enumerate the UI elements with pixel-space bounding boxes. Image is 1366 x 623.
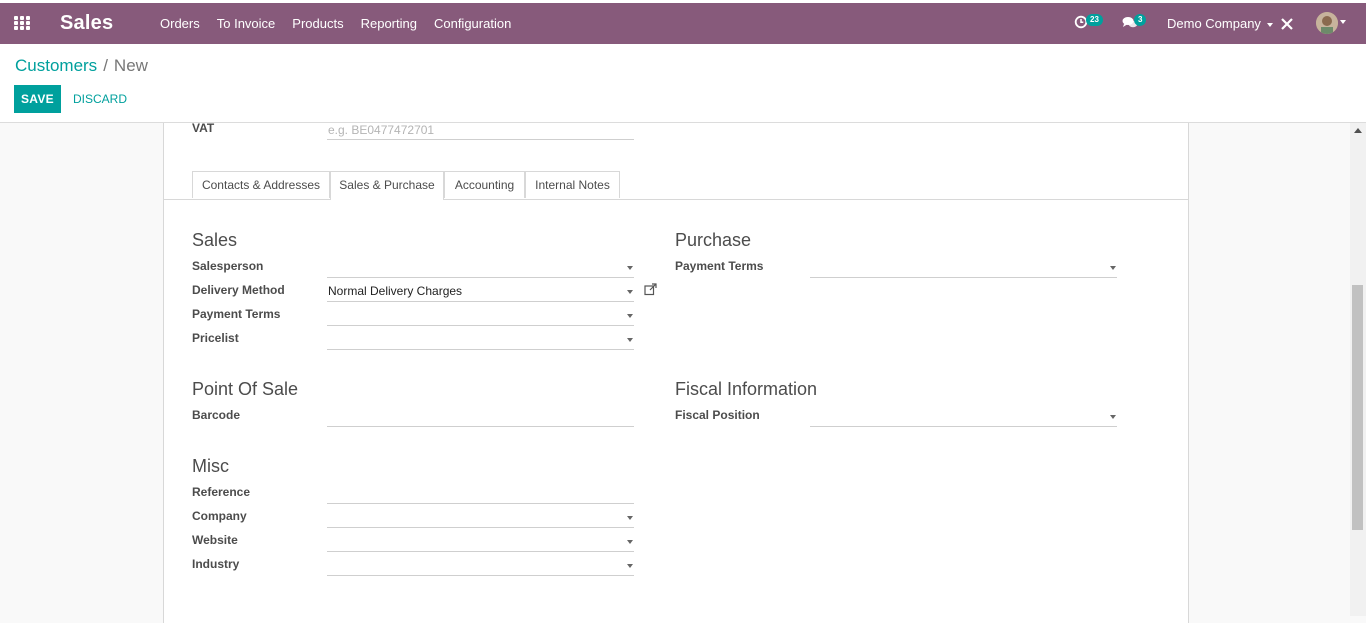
breadcrumb-separator: / [103,56,108,75]
form-sheet: VAT e.g. BE0477472701 Contacts & Address… [163,121,1189,623]
website-select[interactable] [327,531,634,552]
reference-label: Reference [192,485,251,499]
purchase-payment-terms-label: Payment Terms [675,259,764,273]
apps-grid-icon[interactable] [14,16,31,31]
menu-item-to-invoice[interactable]: To Invoice [217,16,276,31]
user-menu-chevron-icon[interactable] [1340,20,1346,24]
salesperson-label: Salesperson [192,259,264,273]
company-label: Company [192,509,247,523]
dropdown-caret-icon [627,564,633,568]
chevron-down-icon [1266,22,1273,27]
delivery-method-value: Normal Delivery Charges [328,284,463,298]
vat-input[interactable]: e.g. BE0477472701 [327,123,634,140]
company-switcher[interactable]: Demo Company [1167,16,1273,31]
barcode-label: Barcode [192,408,241,422]
scroll-thumb[interactable] [1352,285,1363,530]
tabs-baseline [164,199,1188,200]
fiscal-position-select[interactable] [810,406,1117,427]
dropdown-caret-icon [627,314,633,318]
breadcrumb: Customers / New [15,56,148,76]
menu-item-products[interactable]: Products [292,16,343,31]
dropdown-caret-icon [627,540,633,544]
salesperson-select[interactable] [327,257,634,278]
menu-item-configuration[interactable]: Configuration [434,16,511,31]
dropdown-caret-icon [627,516,633,520]
dropdown-caret-icon [627,266,633,270]
industry-label: Industry [192,557,240,571]
company-select[interactable] [327,507,634,528]
company-name: Demo Company [1167,16,1261,31]
tab-sales-purchase[interactable]: Sales & Purchase [330,171,444,200]
activity-count-badge: 23 [1086,14,1103,26]
sales-payment-terms-label: Payment Terms [192,307,281,321]
tools-close-icon[interactable] [1281,18,1293,33]
purchase-payment-terms-select[interactable] [810,257,1117,278]
tab-internal-notes[interactable]: Internal Notes [525,171,620,198]
sales-payment-terms-select[interactable] [327,305,634,326]
fiscal-group-title: Fiscal Information [675,379,818,399]
website-label: Website [192,533,238,547]
save-button[interactable]: SAVE [14,85,61,113]
scroll-up-arrow-icon[interactable] [1354,128,1362,133]
delivery-method-label: Delivery Method [192,283,285,297]
sales-group-title: Sales [192,230,238,250]
dropdown-caret-icon [627,338,633,342]
tab-contacts-addresses[interactable]: Contacts & Addresses [192,171,330,198]
breadcrumb-current: New [113,56,148,75]
menu-item-orders[interactable]: Orders [160,16,200,31]
tab-accounting[interactable]: Accounting [444,171,525,198]
main-menu: Orders To Invoice Products Reporting Con… [160,16,511,31]
main-navbar: Sales Orders To Invoice Products Reporti… [0,3,1366,44]
misc-group-title: Misc [192,456,229,476]
control-panel: Customers / New SAVE DISCARD [0,44,1366,123]
external-link-icon[interactable] [644,283,657,301]
vat-label: VAT [192,121,215,135]
breadcrumb-customers-link[interactable]: Customers [15,56,97,75]
app-name[interactable]: Sales [60,12,113,35]
industry-select[interactable] [327,555,634,576]
messages-count-badge: 3 [1134,14,1147,26]
purchase-group-title: Purchase [675,230,752,250]
delivery-method-select[interactable]: Normal Delivery Charges [327,281,634,302]
fiscal-position-label: Fiscal Position [675,408,760,422]
user-avatar[interactable] [1316,12,1338,34]
vat-placeholder: e.g. BE0477472701 [328,123,435,137]
reference-input[interactable] [327,483,634,504]
discard-button[interactable]: DISCARD [73,92,127,106]
pos-group-title: Point Of Sale [192,379,299,399]
vertical-scrollbar[interactable] [1350,123,1366,616]
menu-item-reporting[interactable]: Reporting [361,16,417,31]
pricelist-label: Pricelist [192,331,239,345]
dropdown-caret-icon [627,290,633,294]
dropdown-caret-icon [1110,415,1116,419]
pricelist-select[interactable] [327,329,634,350]
dropdown-caret-icon [1110,266,1116,270]
barcode-input[interactable] [327,406,634,427]
